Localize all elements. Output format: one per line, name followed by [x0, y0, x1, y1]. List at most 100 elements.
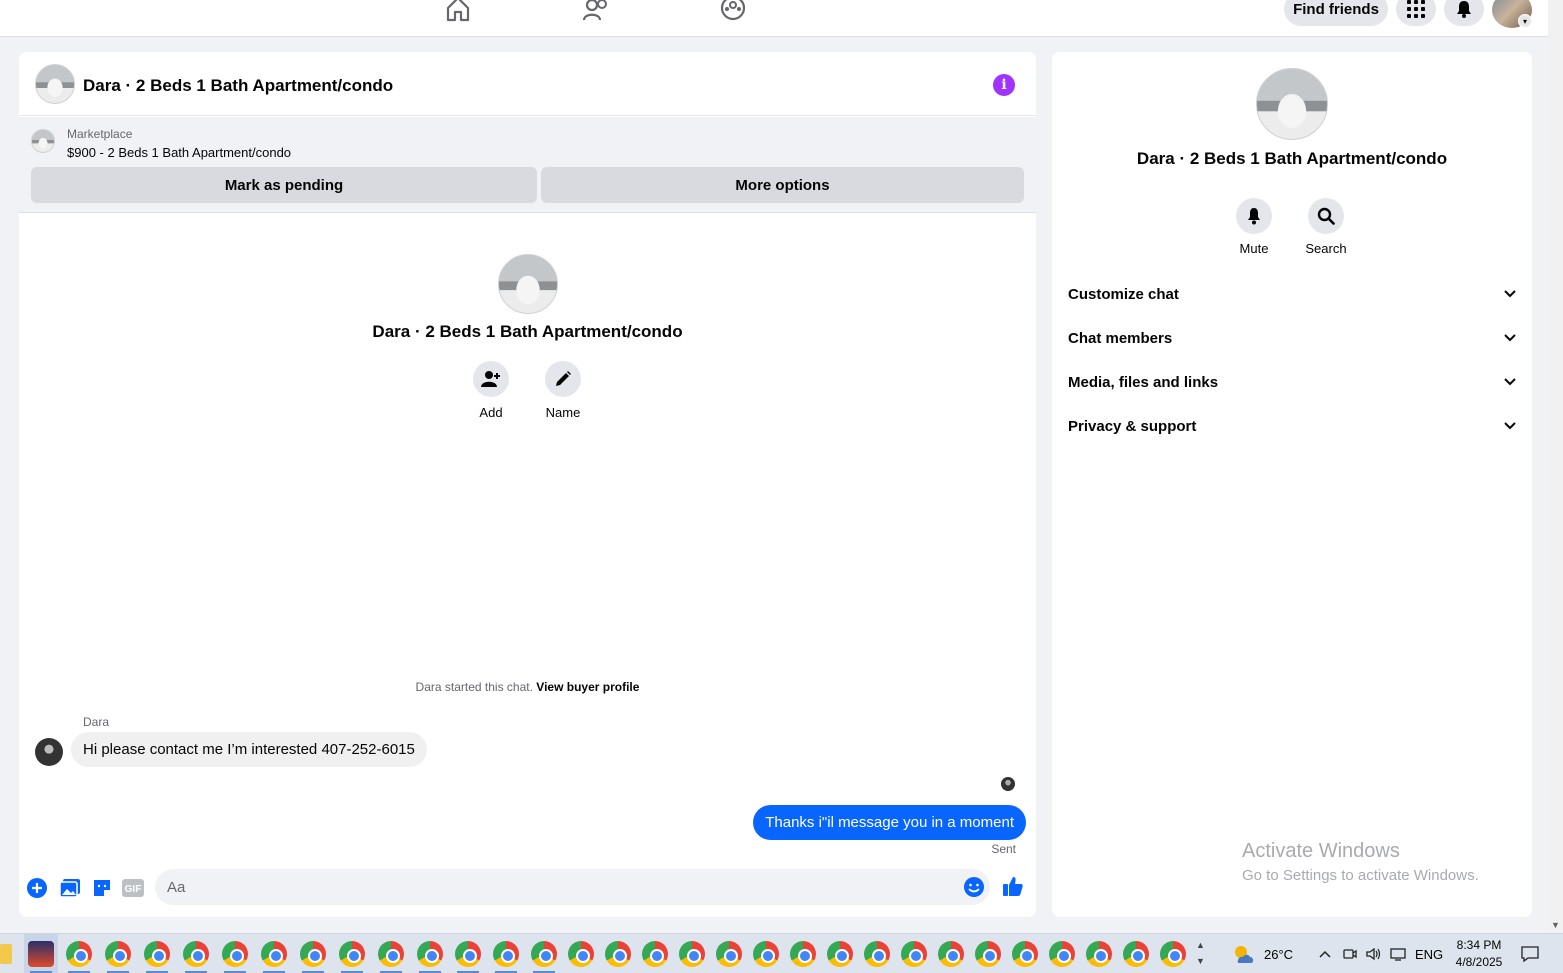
chevron-down-icon: [1504, 334, 1516, 342]
add-people-button[interactable]: Add: [456, 361, 526, 420]
gif-icon[interactable]: GIF: [122, 877, 144, 899]
section-label: Media, files and links: [1068, 373, 1219, 391]
conversation-title: Dara · 2 Beds 1 Bath Apartment/condo: [372, 322, 683, 341]
info-avatar[interactable]: [1256, 68, 1328, 140]
windows-taskbar: ▲ ▼ 26°C ENG 8:34 PM 4/8/2025: [0, 933, 1563, 973]
info-title: Dara · 2 Beds 1 Bath Apartment/condo: [1136, 149, 1448, 168]
top-nav: Find friends ▾: [0, 0, 1548, 37]
chrome-icon[interactable]: [493, 941, 519, 967]
chat-info-panel: Dara · 2 Beds 1 Bath Apartment/condo Mut…: [1052, 52, 1532, 917]
chrome-icon[interactable]: [1160, 941, 1186, 967]
chrome-icon[interactable]: [901, 941, 927, 967]
chrome-icon[interactable]: [716, 941, 742, 967]
media-files-links-section[interactable]: Media, files and links: [1068, 360, 1516, 404]
message-input[interactable]: Aa: [155, 869, 990, 905]
chrome-icon[interactable]: [378, 941, 404, 967]
sender-avatar[interactable]: [35, 738, 63, 766]
like-thumbs-up-icon[interactable]: [1002, 875, 1024, 897]
chrome-icon[interactable]: [531, 941, 557, 967]
chrome-icon[interactable]: [300, 941, 326, 967]
chat-started-notice: Dara started this chat. View buyer profi…: [19, 680, 1036, 694]
chrome-icon[interactable]: [605, 941, 631, 967]
mark-as-pending-button[interactable]: Mark as pending: [31, 167, 537, 203]
outgoing-message[interactable]: Thanks i"il message you in a moment: [753, 805, 1026, 840]
chrome-icon[interactable]: [864, 941, 890, 967]
incoming-message[interactable]: Hi please contact me I’m interested 407-…: [71, 732, 427, 767]
more-options-button[interactable]: More options: [541, 167, 1024, 203]
activate-windows-watermark: Activate Windows Go to Settings to activ…: [1242, 840, 1479, 884]
temperature: 26°C: [1264, 946, 1294, 962]
pencil-icon: [545, 361, 581, 397]
chrome-icon[interactable]: [753, 941, 779, 967]
customize-chat-section[interactable]: Customize chat: [1068, 272, 1516, 316]
language-indicator[interactable]: ENG: [1415, 934, 1443, 973]
chrome-icon[interactable]: [642, 941, 668, 967]
plus-icon[interactable]: [26, 877, 48, 899]
meet-now-icon[interactable]: [1342, 934, 1358, 973]
menu-grid-icon[interactable]: [1396, 0, 1436, 26]
groups-icon[interactable]: [719, 0, 747, 22]
chrome-icon[interactable]: [679, 941, 705, 967]
find-friends-button[interactable]: Find friends: [1284, 0, 1388, 26]
chevron-down-icon: [1504, 378, 1516, 386]
chrome-icon[interactable]: [105, 941, 131, 967]
network-icon[interactable]: [1389, 934, 1407, 973]
chrome-icon[interactable]: [827, 941, 853, 967]
chevron-down-icon: [1504, 422, 1516, 430]
watermark-subtitle: Go to Settings to activate Windows.: [1242, 867, 1479, 884]
chrome-icon[interactable]: [1123, 941, 1149, 967]
chat-members-section[interactable]: Chat members: [1068, 316, 1516, 360]
chrome-icon[interactable]: [938, 941, 964, 967]
chrome-icon[interactable]: [1086, 941, 1112, 967]
chrome-icon[interactable]: [183, 941, 209, 967]
sticker-icon[interactable]: [91, 877, 113, 899]
privacy-support-section[interactable]: Privacy & support: [1068, 404, 1516, 448]
scroll-down-icon[interactable]: ▼: [1551, 920, 1560, 930]
system-clock[interactable]: 8:34 PM 4/8/2025: [1448, 937, 1510, 971]
chrome-icon[interactable]: [339, 941, 365, 967]
listing-title[interactable]: $900 - 2 Beds 1 Bath Apartment/condo: [67, 145, 291, 160]
chrome-icon[interactable]: [568, 941, 594, 967]
notifications-bell-icon[interactable]: [1444, 0, 1484, 26]
section-label: Privacy & support: [1068, 417, 1197, 435]
page-scrollbar[interactable]: ▼: [1548, 0, 1563, 933]
show-hidden-icons[interactable]: [1318, 934, 1332, 973]
emoji-icon[interactable]: [963, 876, 985, 898]
chrome-icon[interactable]: [975, 941, 1001, 967]
chat-title[interactable]: Dara · 2 Beds 1 Bath Apartment/condo: [83, 76, 393, 96]
conversation-avatar: [498, 254, 558, 314]
sent-status: Sent: [991, 842, 1016, 856]
weather-widget[interactable]: 26°C: [1232, 934, 1293, 973]
volume-icon[interactable]: [1365, 934, 1383, 973]
clock-time: 8:34 PM: [1456, 938, 1502, 952]
chrome-icon[interactable]: [1049, 941, 1075, 967]
name-label: Name: [545, 405, 581, 420]
search-label: Search: [1305, 241, 1347, 256]
home-icon[interactable]: [444, 0, 472, 22]
chrome-icon[interactable]: [1012, 941, 1038, 967]
clock-date: 4/8/2025: [1455, 955, 1503, 969]
chat-panel: Dara · 2 Beds 1 Bath Apartment/condo i M…: [19, 52, 1036, 917]
chrome-icon[interactable]: [455, 941, 481, 967]
info-icon[interactable]: i: [993, 74, 1015, 96]
pinned-app-icon[interactable]: [28, 941, 54, 967]
chat-avatar[interactable]: [35, 64, 75, 104]
chrome-icon[interactable]: [66, 941, 92, 967]
friends-icon[interactable]: [582, 0, 610, 22]
chrome-icon[interactable]: [417, 941, 443, 967]
seen-indicator-avatar: [1001, 777, 1015, 791]
taskbar-scroll-icon[interactable]: ▲ ▼: [1196, 937, 1205, 969]
chrome-icon[interactable]: [790, 941, 816, 967]
notification-center-icon[interactable]: [1520, 934, 1540, 973]
name-chat-button[interactable]: Name: [528, 361, 598, 420]
mute-button[interactable]: Mute: [1219, 198, 1289, 256]
chrome-icon[interactable]: [222, 941, 248, 967]
photo-icon[interactable]: [59, 877, 81, 899]
view-buyer-profile-link[interactable]: View buyer profile: [536, 680, 639, 694]
chrome-icon[interactable]: [261, 941, 287, 967]
chevron-down-icon[interactable]: ▾: [1518, 14, 1532, 28]
chrome-icon[interactable]: [144, 941, 170, 967]
file-explorer-icon[interactable]: [0, 944, 12, 964]
weather-cloud-sun-icon: [1235, 946, 1254, 963]
search-button[interactable]: Search: [1291, 198, 1361, 256]
